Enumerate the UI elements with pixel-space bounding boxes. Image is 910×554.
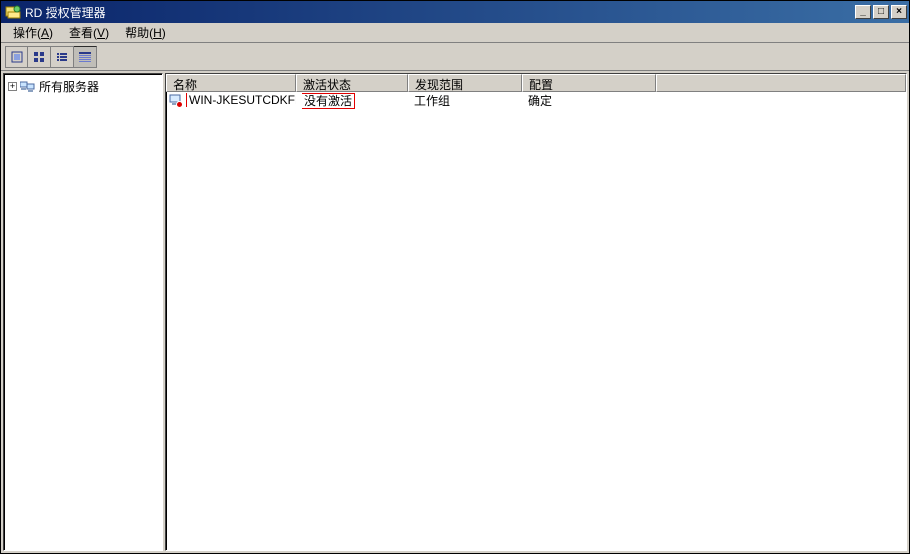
list-pane: 名称 激活状态 发现范围 配置 <box>165 73 907 551</box>
cell-name-text: WIN-JKESUTCDKFE <box>186 93 296 107</box>
toolbar-small-icons-button[interactable] <box>28 46 51 68</box>
cell-activation: 没有激活 <box>296 92 408 109</box>
menu-help-label: 帮助 <box>125 26 149 40</box>
list-header: 名称 激活状态 发现范围 配置 <box>166 74 906 92</box>
cell-config: 确定 <box>522 92 656 109</box>
cell-scope: 工作组 <box>408 92 522 109</box>
tree-expand-button[interactable]: + <box>8 82 17 91</box>
maximize-button[interactable]: □ <box>873 5 889 19</box>
cell-activation-text: 没有激活 <box>302 93 355 109</box>
error-badge-icon <box>176 101 183 108</box>
menu-action-label: 操作 <box>13 26 37 40</box>
menu-help-mnemonic: H <box>153 26 162 40</box>
menubar: 操作(A) 查看(V) 帮助(H) <box>1 23 909 43</box>
column-header-scope[interactable]: 发现范围 <box>408 74 522 92</box>
menu-view[interactable]: 查看(V) <box>61 22 117 43</box>
tree-pane[interactable]: + 所有服务器 <box>3 73 163 551</box>
cell-name: WIN-JKESUTCDKFE <box>182 93 296 107</box>
titlebar: RD 授权管理器 _ □ × <box>1 1 909 23</box>
app-window: RD 授权管理器 _ □ × 操作(A) 查看(V) 帮助(H) <box>0 0 910 554</box>
tree-root-label: 所有服务器 <box>39 78 99 95</box>
menu-action-mnemonic: A <box>41 26 49 40</box>
toolbar-list-button[interactable] <box>51 46 74 68</box>
column-header-activation[interactable]: 激活状态 <box>296 74 408 92</box>
column-header-config[interactable]: 配置 <box>522 74 656 92</box>
server-icon <box>168 93 182 107</box>
column-header-name[interactable]: 名称 <box>166 74 296 92</box>
menu-action[interactable]: 操作(A) <box>5 22 61 43</box>
minimize-button[interactable]: _ <box>855 5 871 19</box>
servers-icon <box>20 79 36 93</box>
menu-view-label: 查看 <box>69 26 93 40</box>
menu-help[interactable]: 帮助(H) <box>117 22 174 43</box>
window-buttons: _ □ × <box>853 5 907 19</box>
tree-root-node[interactable]: + 所有服务器 <box>8 78 158 94</box>
toolbar-large-icons-button[interactable] <box>5 46 28 68</box>
column-header-pad <box>656 74 906 92</box>
window-title: RD 授权管理器 <box>25 4 853 21</box>
toolbar-details-button[interactable] <box>74 46 97 68</box>
close-button[interactable]: × <box>891 5 907 19</box>
toolbar <box>1 43 909 71</box>
list-body[interactable]: WIN-JKESUTCDKFE 没有激活 工作组 确定 <box>166 92 906 550</box>
list-row[interactable]: WIN-JKESUTCDKFE 没有激活 工作组 确定 <box>166 92 906 108</box>
row-icon-wrap <box>166 93 182 107</box>
content-area: + 所有服务器 名称 激活状态 发现范围 配置 <box>1 71 909 553</box>
app-icon <box>5 4 21 20</box>
menu-view-mnemonic: V <box>97 26 105 40</box>
